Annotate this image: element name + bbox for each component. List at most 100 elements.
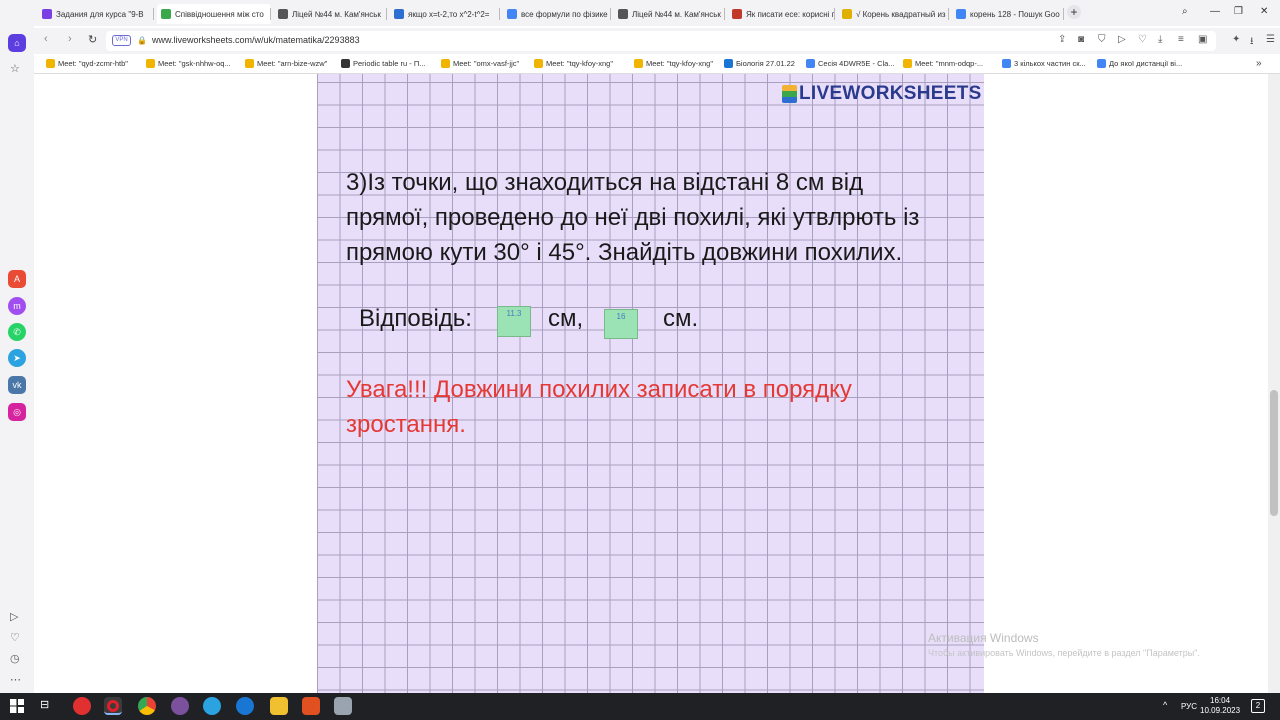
bookmark-favicon-icon	[245, 59, 254, 68]
home-icon[interactable]: ⌂	[8, 34, 26, 52]
minimize-button[interactable]: —	[1210, 6, 1220, 17]
bookmark-item[interactable]: Meet: "mnm-odqp-...	[903, 59, 983, 68]
bookmark-favicon-icon	[441, 59, 450, 68]
star-icon[interactable]: ☆	[10, 62, 20, 75]
tab-1[interactable]: Співвідношення між сто	[157, 4, 271, 24]
winamp-icon[interactable]	[270, 697, 288, 715]
task-view-icon[interactable]: ⊟	[40, 698, 49, 711]
close-button[interactable]: ✕	[1260, 6, 1268, 17]
opera-taskbar-icon[interactable]	[104, 697, 122, 715]
play-icon[interactable]: ▷	[1118, 34, 1126, 45]
tab-4[interactable]: все формули по фізике	[503, 4, 611, 24]
camera-icon[interactable]: ◙	[1078, 34, 1084, 45]
app-taskbar-icon[interactable]	[236, 697, 254, 715]
heart-icon[interactable]: ♡	[10, 631, 20, 644]
tab-label: Задания для курса "9-В	[56, 9, 144, 19]
menu-icon[interactable]: ≡	[1178, 34, 1184, 45]
vpn-badge[interactable]: VPN	[112, 35, 131, 46]
share-icon[interactable]: ⇪	[1058, 34, 1066, 45]
reload-button[interactable]: ↻	[88, 33, 97, 46]
viber-icon[interactable]	[171, 697, 189, 715]
bookmark-item[interactable]: Periodic table ru - П...	[341, 59, 426, 68]
lock-icon[interactable]: 🔒	[137, 36, 147, 45]
tab-favicon-icon	[394, 9, 404, 19]
extensions-icon[interactable]: ✦	[1232, 34, 1240, 45]
bookmark-favicon-icon	[903, 59, 912, 68]
whatsapp-icon[interactable]: ✆	[8, 323, 26, 341]
search-tabs-icon[interactable]: ⌕	[1182, 6, 1188, 17]
tab-8[interactable]: корень 128 - Пошук Goo	[952, 4, 1064, 24]
files-icon[interactable]	[302, 697, 320, 715]
download-icon[interactable]: ⤓	[1158, 34, 1162, 45]
telegram-icon[interactable]: ➤	[8, 349, 26, 367]
tab-3[interactable]: якщо x=t-2,то x^2-t^2=	[390, 4, 500, 24]
answer-input-1[interactable]: 11.3	[497, 306, 531, 337]
wallet-icon[interactable]: ▣	[1198, 34, 1207, 45]
logo-mark-icon	[782, 85, 797, 103]
back-button[interactable]: ‹	[44, 33, 48, 45]
url-text[interactable]: www.liveworksheets.com/w/uk/matematika/2…	[152, 35, 360, 45]
tab-7[interactable]: √ Корень квадратный из	[838, 4, 949, 24]
bookmark-item[interactable]: 3 кількох частин ск...	[1002, 59, 1086, 68]
vk-icon[interactable]: vk	[8, 376, 26, 394]
answer-input-2[interactable]: 16	[604, 309, 638, 339]
tab-label: Як писати есе: корисні п	[746, 9, 835, 19]
tab-6[interactable]: Як писати есе: корисні п	[728, 4, 835, 24]
tray-chevron-icon[interactable]: ^	[1163, 700, 1167, 710]
bookmark-item[interactable]: Meet: "tqy-kfoy-xng"	[634, 59, 713, 68]
restore-button[interactable]: ❐	[1234, 6, 1243, 17]
tab-favicon-icon	[278, 9, 288, 19]
bookmark-item[interactable]: Сесія 4DWR5E - Cla...	[806, 59, 895, 68]
bookmark-label: Periodic table ru - П...	[353, 59, 426, 68]
tab-5[interactable]: Ліцей №44 м. Кам'янськ	[614, 4, 725, 24]
liveworksheets-logo[interactable]: LIVEWORKSHEETS	[782, 83, 982, 105]
download-tray-icon[interactable]: ⭳	[1250, 34, 1254, 51]
shield-icon[interactable]: ⛉	[1098, 34, 1106, 45]
chrome-icon[interactable]	[138, 697, 156, 715]
bookmark-label: Сесія 4DWR5E - Cla...	[818, 59, 895, 68]
player-icon[interactable]: ▷	[10, 610, 18, 623]
forward-button[interactable]: ›	[68, 33, 72, 45]
opera-sidebar: O ⌂ ☆ A m ✆ ➤ vk ◎ ▷ ♡ ◷ ⋯	[0, 0, 34, 693]
app-icon[interactable]: A	[8, 270, 26, 288]
bookmark-label: Meet: "tqy-kfoy-xng"	[546, 59, 614, 68]
warning-text: Увага!!! Довжини похилих записати в поря…	[346, 376, 852, 438]
start-button[interactable]	[10, 699, 24, 713]
bookmark-item[interactable]: Meet: "omx-vasf-jjc"	[441, 59, 519, 68]
tab-favicon-icon	[507, 9, 517, 19]
tab-label: якщо x=t-2,то x^2-t^2=	[408, 9, 490, 19]
bookmark-favicon-icon	[634, 59, 643, 68]
bookmark-label: 3 кількох частин ск...	[1014, 59, 1086, 68]
bookmark-item[interactable]: Meet: "qyd-zcmr-htb"	[46, 59, 128, 68]
new-tab-button[interactable]: +	[1067, 5, 1081, 19]
instagram-icon[interactable]: ◎	[8, 403, 26, 421]
more-icon[interactable]: ⋯	[10, 673, 21, 686]
clock-date: 10.09.2023	[1200, 706, 1241, 715]
easy-setup-icon[interactable]: ☰	[1266, 34, 1275, 45]
bookmark-item[interactable]: Біологія 27.01.22	[724, 59, 795, 68]
bookmark-item[interactable]: Meet: "gsk-nhhw-oq...	[146, 59, 231, 68]
bookmark-label: Meet: "gsk-nhhw-oq...	[158, 59, 231, 68]
more-bookmarks-icon[interactable]: »	[1256, 58, 1262, 69]
bookmark-label: Біологія 27.01.22	[736, 59, 795, 68]
bookmark-item[interactable]: Meet: "arn-bize-wzw"	[245, 59, 327, 68]
notepad-icon[interactable]	[334, 697, 352, 715]
bookmark-item[interactable]: До якої дистанції ві...	[1097, 59, 1182, 68]
unit-label-2: см.	[663, 305, 699, 332]
bookmark-label: Meet: "mnm-odqp-...	[915, 59, 984, 68]
messenger-icon[interactable]: m	[8, 297, 26, 315]
language-indicator[interactable]: РУС	[1181, 702, 1197, 711]
scrollbar-thumb[interactable]	[1270, 390, 1278, 516]
history-icon[interactable]: ◷	[10, 652, 20, 665]
bookmark-favicon-icon	[1002, 59, 1011, 68]
clock[interactable]: 16:04 10.09.2023	[1200, 696, 1240, 716]
page-scrollbar[interactable]	[1268, 74, 1280, 693]
notifications-icon[interactable]: 2	[1251, 699, 1265, 713]
heart-outline-icon[interactable]: ♡	[1138, 34, 1147, 45]
record-app-icon[interactable]	[73, 697, 91, 715]
question-text: 3)Із точки, що знаходиться на відстані 8…	[346, 169, 920, 266]
tab-0[interactable]: Задания для курса "9-В	[38, 4, 154, 24]
bookmark-item[interactable]: Meet: "tqy-kfoy-xng"	[534, 59, 613, 68]
tab-2[interactable]: Ліцей №44 м. Кам'янськ	[274, 4, 387, 24]
telegram-taskbar-icon[interactable]	[203, 697, 221, 715]
